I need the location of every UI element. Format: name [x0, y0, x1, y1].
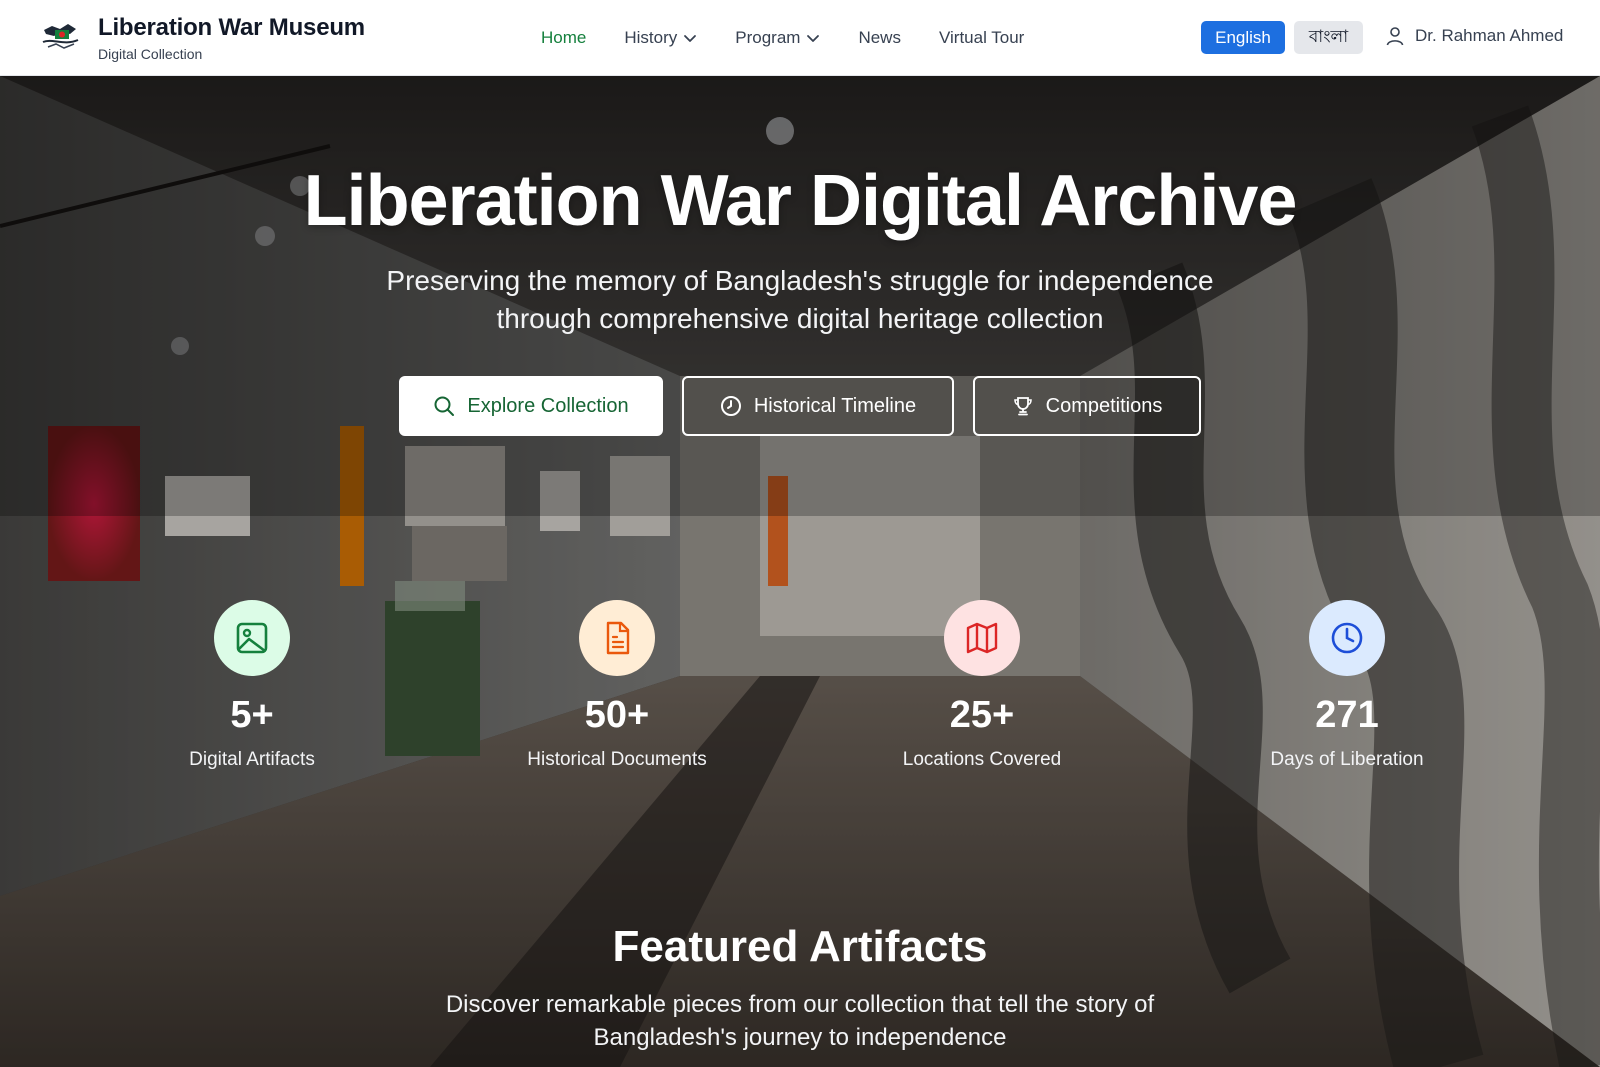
- historical-timeline-label: Historical Timeline: [753, 394, 917, 417]
- user-menu[interactable]: Dr. Rahman Ahmed: [1385, 26, 1563, 46]
- stat-value: 5+: [230, 694, 274, 736]
- nav-news[interactable]: News: [858, 28, 901, 48]
- competitions-label: Competitions: [1045, 394, 1163, 417]
- stat-label: Days of Liberation: [1270, 749, 1424, 770]
- document-icon: [606, 621, 630, 655]
- stat-icon-circle: [1309, 600, 1385, 676]
- featured-artifacts-subtitle: Discover remarkable pieces from our coll…: [445, 991, 1155, 1051]
- stat-value: 271: [1315, 694, 1379, 736]
- clock-icon: [720, 396, 741, 416]
- nav-virtual-tour[interactable]: Virtual Tour: [939, 28, 1024, 48]
- nav-program-label: Program: [735, 28, 801, 47]
- nav-history-label: History: [624, 28, 678, 47]
- hero-title: Liberation War Digital Archive: [303, 161, 1298, 241]
- chevron-down-icon: [807, 35, 820, 42]
- competitions-button[interactable]: Competitions: [973, 376, 1201, 436]
- explore-collection-label: Explore Collection: [467, 394, 629, 417]
- stat-value: 25+: [949, 694, 1015, 736]
- trophy-icon: [1013, 397, 1032, 416]
- chevron-down-icon: [684, 35, 697, 42]
- top-navbar: Liberation War Museum Digital Collection…: [0, 0, 1600, 76]
- main-nav: Home History Program News Virtual Tour: [541, 26, 1062, 50]
- historical-timeline-button[interactable]: Historical Timeline: [682, 376, 954, 436]
- featured-artifacts-title: Featured Artifacts: [612, 922, 988, 971]
- stat-icon-circle: [579, 600, 655, 676]
- stat-days-of-liberation: 271 Days of Liberation: [1197, 600, 1497, 771]
- nav-news-label: News: [858, 28, 901, 47]
- stat-locations-covered: 25+ Locations Covered: [832, 600, 1132, 771]
- stat-label: Historical Documents: [527, 749, 707, 770]
- nav-program[interactable]: Program: [735, 28, 820, 48]
- stat-historical-documents: 50+ Historical Documents: [467, 600, 767, 771]
- language-bangla-button[interactable]: বাংলা: [1294, 21, 1363, 54]
- stat-value: 50+: [584, 694, 650, 736]
- brand-title[interactable]: Liberation War Museum: [98, 14, 365, 42]
- clock-icon: [1331, 622, 1363, 654]
- search-icon: [434, 396, 455, 416]
- user-icon: [1386, 27, 1404, 46]
- nav-home-label: Home: [541, 28, 587, 47]
- stat-label: Digital Artifacts: [189, 749, 315, 770]
- explore-collection-button[interactable]: Explore Collection: [399, 376, 663, 436]
- nav-home[interactable]: Home: [541, 28, 586, 48]
- stat-label: Locations Covered: [902, 749, 1062, 770]
- stat-icon-circle: [214, 600, 290, 676]
- map-icon: [966, 622, 998, 654]
- language-english-button[interactable]: English: [1201, 21, 1285, 54]
- museum-logo[interactable]: [40, 20, 82, 54]
- stat-digital-artifacts: 5+ Digital Artifacts: [102, 600, 402, 771]
- stat-icon-circle: [944, 600, 1020, 676]
- brand-subtitle: Digital Collection: [98, 46, 203, 62]
- nav-virtual-tour-label: Virtual Tour: [938, 28, 1025, 47]
- hero-subtitle: Preserving the memory of Bangladesh's st…: [386, 265, 1214, 334]
- user-name: Dr. Rahman Ahmed: [1415, 26, 1564, 45]
- nav-history[interactable]: History: [624, 28, 697, 48]
- image-icon: [236, 622, 268, 654]
